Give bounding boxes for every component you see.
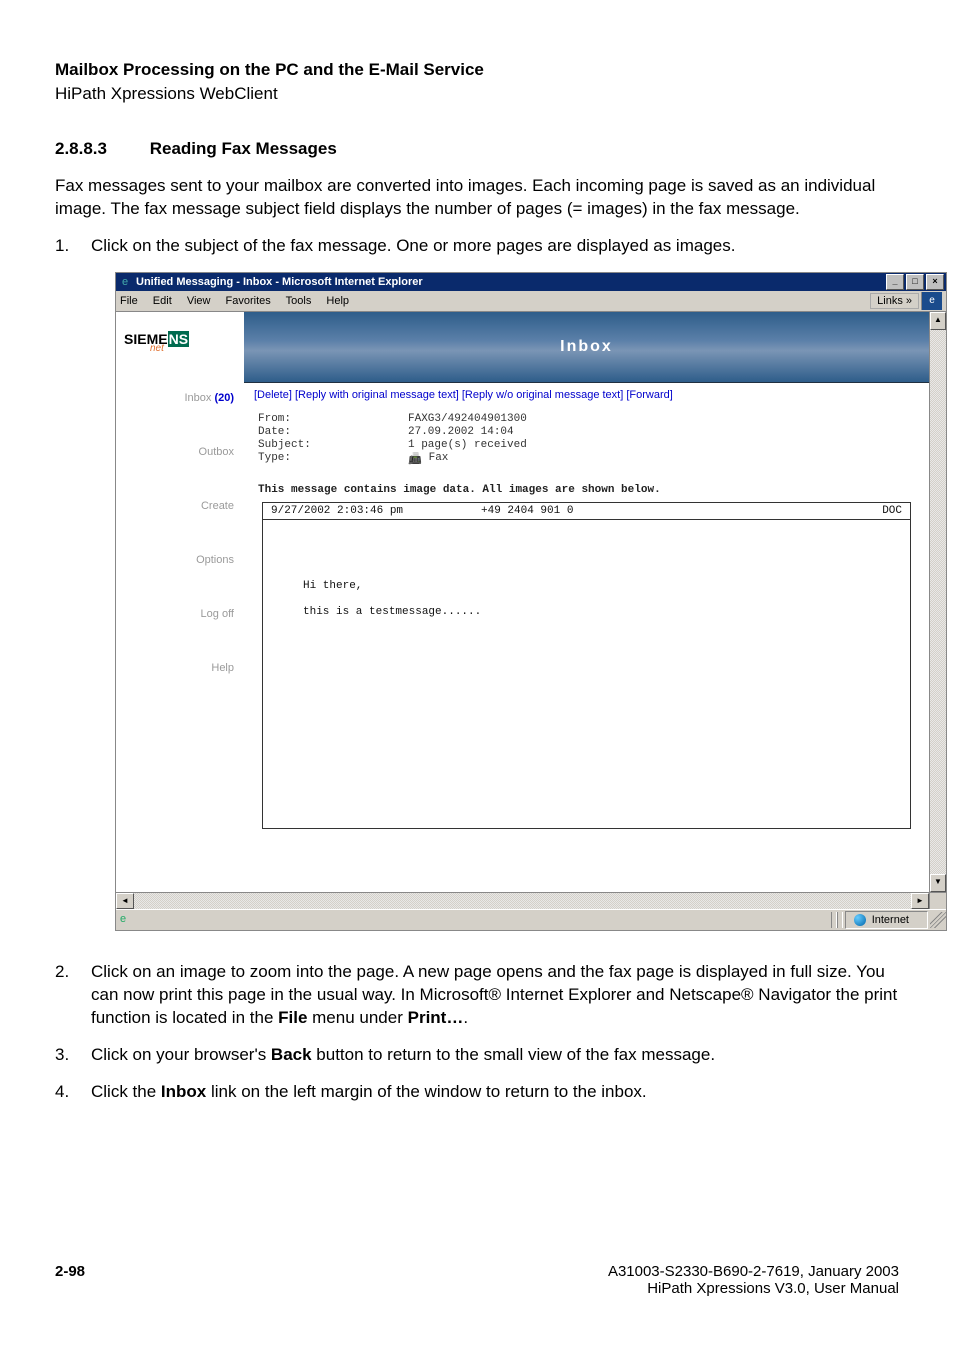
- message-actions: [Delete] [Reply with original message te…: [244, 383, 929, 409]
- sidebar-item-options[interactable]: Options: [120, 554, 234, 566]
- status-bar: e Internet: [116, 909, 946, 930]
- fax-header-date: 9/27/2002 2:03:46 pm: [271, 505, 481, 517]
- meta-from-value: FAXG3/492404901300: [408, 413, 915, 425]
- horizontal-scrollbar[interactable]: ◄ ►: [116, 892, 946, 909]
- meta-type-value: Fax: [429, 452, 449, 464]
- section-title: Reading Fax Messages: [150, 139, 337, 158]
- footer-manual: HiPath Xpressions V3.0, User Manual: [608, 1280, 899, 1297]
- message-action-links[interactable]: [Delete] [Reply with original message te…: [254, 389, 673, 401]
- step-4-text: Click the Inbox link on the left margin …: [91, 1081, 899, 1104]
- vertical-scrollbar[interactable]: ▲ ▼: [929, 312, 946, 892]
- sidebar-item-outbox[interactable]: Outbox: [120, 446, 234, 458]
- sidebar-item-inbox[interactable]: Inbox (20): [120, 392, 234, 404]
- sidebar-item-logoff[interactable]: Log off: [120, 608, 234, 620]
- menu-bar: File Edit View Favorites Tools Help Link…: [116, 291, 946, 312]
- security-zone-label: Internet: [872, 914, 909, 926]
- meta-from-label: From:: [258, 413, 408, 425]
- fax-page-thumbnail[interactable]: 9/27/2002 2:03:46 pm +49 2404 901 0 DOC …: [262, 502, 911, 829]
- fax-header-number: +49 2404 901 0: [481, 505, 822, 517]
- menu-favorites[interactable]: Favorites: [226, 295, 271, 307]
- main-pane: Inbox [Delete] [Reply with original mess…: [244, 312, 929, 892]
- inbox-count: (20): [214, 392, 234, 404]
- scroll-track-h[interactable]: [134, 893, 911, 909]
- scroll-down-button[interactable]: ▼: [930, 874, 946, 892]
- menu-file[interactable]: File: [120, 295, 138, 307]
- menu-edit[interactable]: Edit: [153, 295, 172, 307]
- ie-status-icon: e: [120, 913, 134, 927]
- scroll-up-button[interactable]: ▲: [930, 312, 946, 330]
- fax-body: Hi there, this is a testmessage......: [263, 520, 910, 678]
- scroll-track-v[interactable]: [930, 330, 946, 874]
- footer-doc-id: A31003-S2330-B690-2-7619, January 2003: [608, 1263, 899, 1280]
- screenshot-window: e Unified Messaging - Inbox - Microsoft …: [115, 272, 947, 931]
- inbox-banner: Inbox: [244, 312, 929, 383]
- close-button[interactable]: ×: [926, 274, 944, 290]
- step-4-index: 4.: [55, 1081, 91, 1104]
- ie-throbber-icon: e: [921, 292, 942, 310]
- fax-line-1: Hi there,: [303, 580, 870, 592]
- meta-subject-value: 1 page(s) received: [408, 439, 915, 451]
- meta-date-value: 27.09.2002 14:04: [408, 426, 915, 438]
- step-2-index: 2.: [55, 961, 91, 1030]
- menu-tools[interactable]: Tools: [286, 295, 312, 307]
- globe-icon: [854, 914, 866, 926]
- menu-help[interactable]: Help: [326, 295, 349, 307]
- fax-icon: 📠: [408, 452, 420, 462]
- links-dropdown[interactable]: Links »: [870, 293, 919, 309]
- step-1-text: Click on the subject of the fax message.…: [91, 235, 899, 258]
- security-zone: Internet: [845, 911, 928, 929]
- scroll-left-button[interactable]: ◄: [116, 893, 134, 909]
- ie-icon: e: [118, 275, 132, 289]
- page-number: 2-98: [55, 1263, 85, 1297]
- window-title: Unified Messaging - Inbox - Microsoft In…: [136, 276, 886, 288]
- sidebar: SIEMENS net Inbox (20) Outbox Create Opt…: [116, 312, 244, 892]
- step-2-text: Click on an image to zoom into the page.…: [91, 961, 899, 1030]
- meta-date-label: Date:: [258, 426, 408, 438]
- resize-grip[interactable]: [930, 912, 946, 928]
- fax-header-doc: DOC: [822, 505, 902, 517]
- section-number: 2.8.8.3: [55, 139, 145, 159]
- window-titlebar: e Unified Messaging - Inbox - Microsoft …: [116, 273, 946, 291]
- scroll-right-button[interactable]: ►: [911, 893, 929, 909]
- step-3-index: 3.: [55, 1044, 91, 1067]
- minimize-button[interactable]: _: [886, 274, 904, 290]
- meta-type-label: Type:: [258, 452, 408, 464]
- chapter-subtitle: HiPath Xpressions WebClient: [55, 84, 899, 104]
- page-footer: 2-98 A31003-S2330-B690-2-7619, January 2…: [55, 1263, 899, 1297]
- chapter-title: Mailbox Processing on the PC and the E-M…: [55, 60, 899, 80]
- section-heading: 2.8.8.3 Reading Fax Messages: [55, 139, 899, 159]
- step-3-text: Click on your browser's Back button to r…: [91, 1044, 899, 1067]
- meta-subject-label: Subject:: [258, 439, 408, 451]
- step-1-index: 1.: [55, 235, 91, 258]
- sidebar-item-help[interactable]: Help: [120, 662, 234, 674]
- maximize-button[interactable]: □: [906, 274, 924, 290]
- intro-paragraph: Fax messages sent to your mailbox are co…: [55, 175, 899, 221]
- fax-line-2: this is a testmessage......: [303, 606, 870, 618]
- menu-view[interactable]: View: [187, 295, 211, 307]
- fax-header-row: 9/27/2002 2:03:46 pm +49 2404 901 0 DOC: [263, 503, 910, 520]
- sidebar-item-create[interactable]: Create: [120, 500, 234, 512]
- image-data-note: This message contains image data. All im…: [244, 468, 929, 502]
- message-metadata: From: FAXG3/492404901300 Date: 27.09.200…: [244, 409, 929, 468]
